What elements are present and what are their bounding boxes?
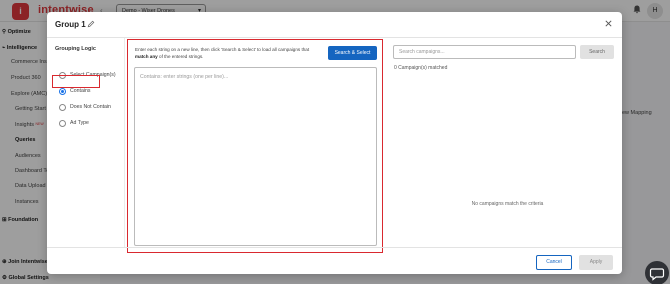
contains-highlight-box — [52, 75, 100, 88]
contains-panel: Enter each string on a new line, then cl… — [127, 39, 383, 253]
radio-circle[interactable] — [59, 104, 66, 111]
chat-support-button[interactable] — [645, 261, 669, 284]
modal-footer: Cancel Apply — [47, 247, 622, 274]
edit-pencil-icon[interactable] — [87, 20, 95, 28]
radio-label: Contains — [70, 88, 91, 94]
campaign-results-panel: Search campaigns... Search 0 Campaign(s)… — [393, 38, 622, 247]
radio-circle[interactable] — [59, 120, 66, 127]
search-and-select-button[interactable]: Search & Select — [328, 46, 377, 60]
campaign-search-input[interactable]: Search campaigns... — [393, 45, 576, 59]
radio-does-not-contain[interactable]: Does Not Contain — [57, 102, 117, 114]
close-icon[interactable] — [604, 19, 613, 28]
radio-circle-checked[interactable] — [59, 88, 66, 95]
chat-icon — [649, 268, 665, 281]
apply-button[interactable]: Apply — [579, 255, 613, 270]
campaign-search-button[interactable]: Search — [580, 45, 614, 59]
instructions-text: Enter each string on a new line, then cl… — [135, 47, 310, 60]
empty-state-text: No campaigns match the criteria — [471, 201, 544, 207]
cancel-button[interactable]: Cancel — [536, 255, 572, 270]
radio-label: Does Not Contain — [70, 104, 111, 110]
grouping-logic-title: Grouping Logic — [55, 46, 96, 52]
modal-header: Group 1 — [47, 12, 622, 38]
matched-count: 0 Campaign(s) matched — [394, 65, 448, 71]
contains-strings-textarea[interactable]: Contains: enter strings (one per line)..… — [134, 67, 377, 246]
modal-title: Group 1 — [55, 20, 86, 29]
group-modal: Group 1 Grouping Logic Select Campaign(s… — [47, 12, 622, 274]
grouping-logic-panel: Grouping Logic Select Campaign(s) Contai… — [47, 38, 125, 247]
radio-label: Ad Type — [70, 120, 89, 126]
radio-ad-type[interactable]: Ad Type — [57, 118, 117, 130]
